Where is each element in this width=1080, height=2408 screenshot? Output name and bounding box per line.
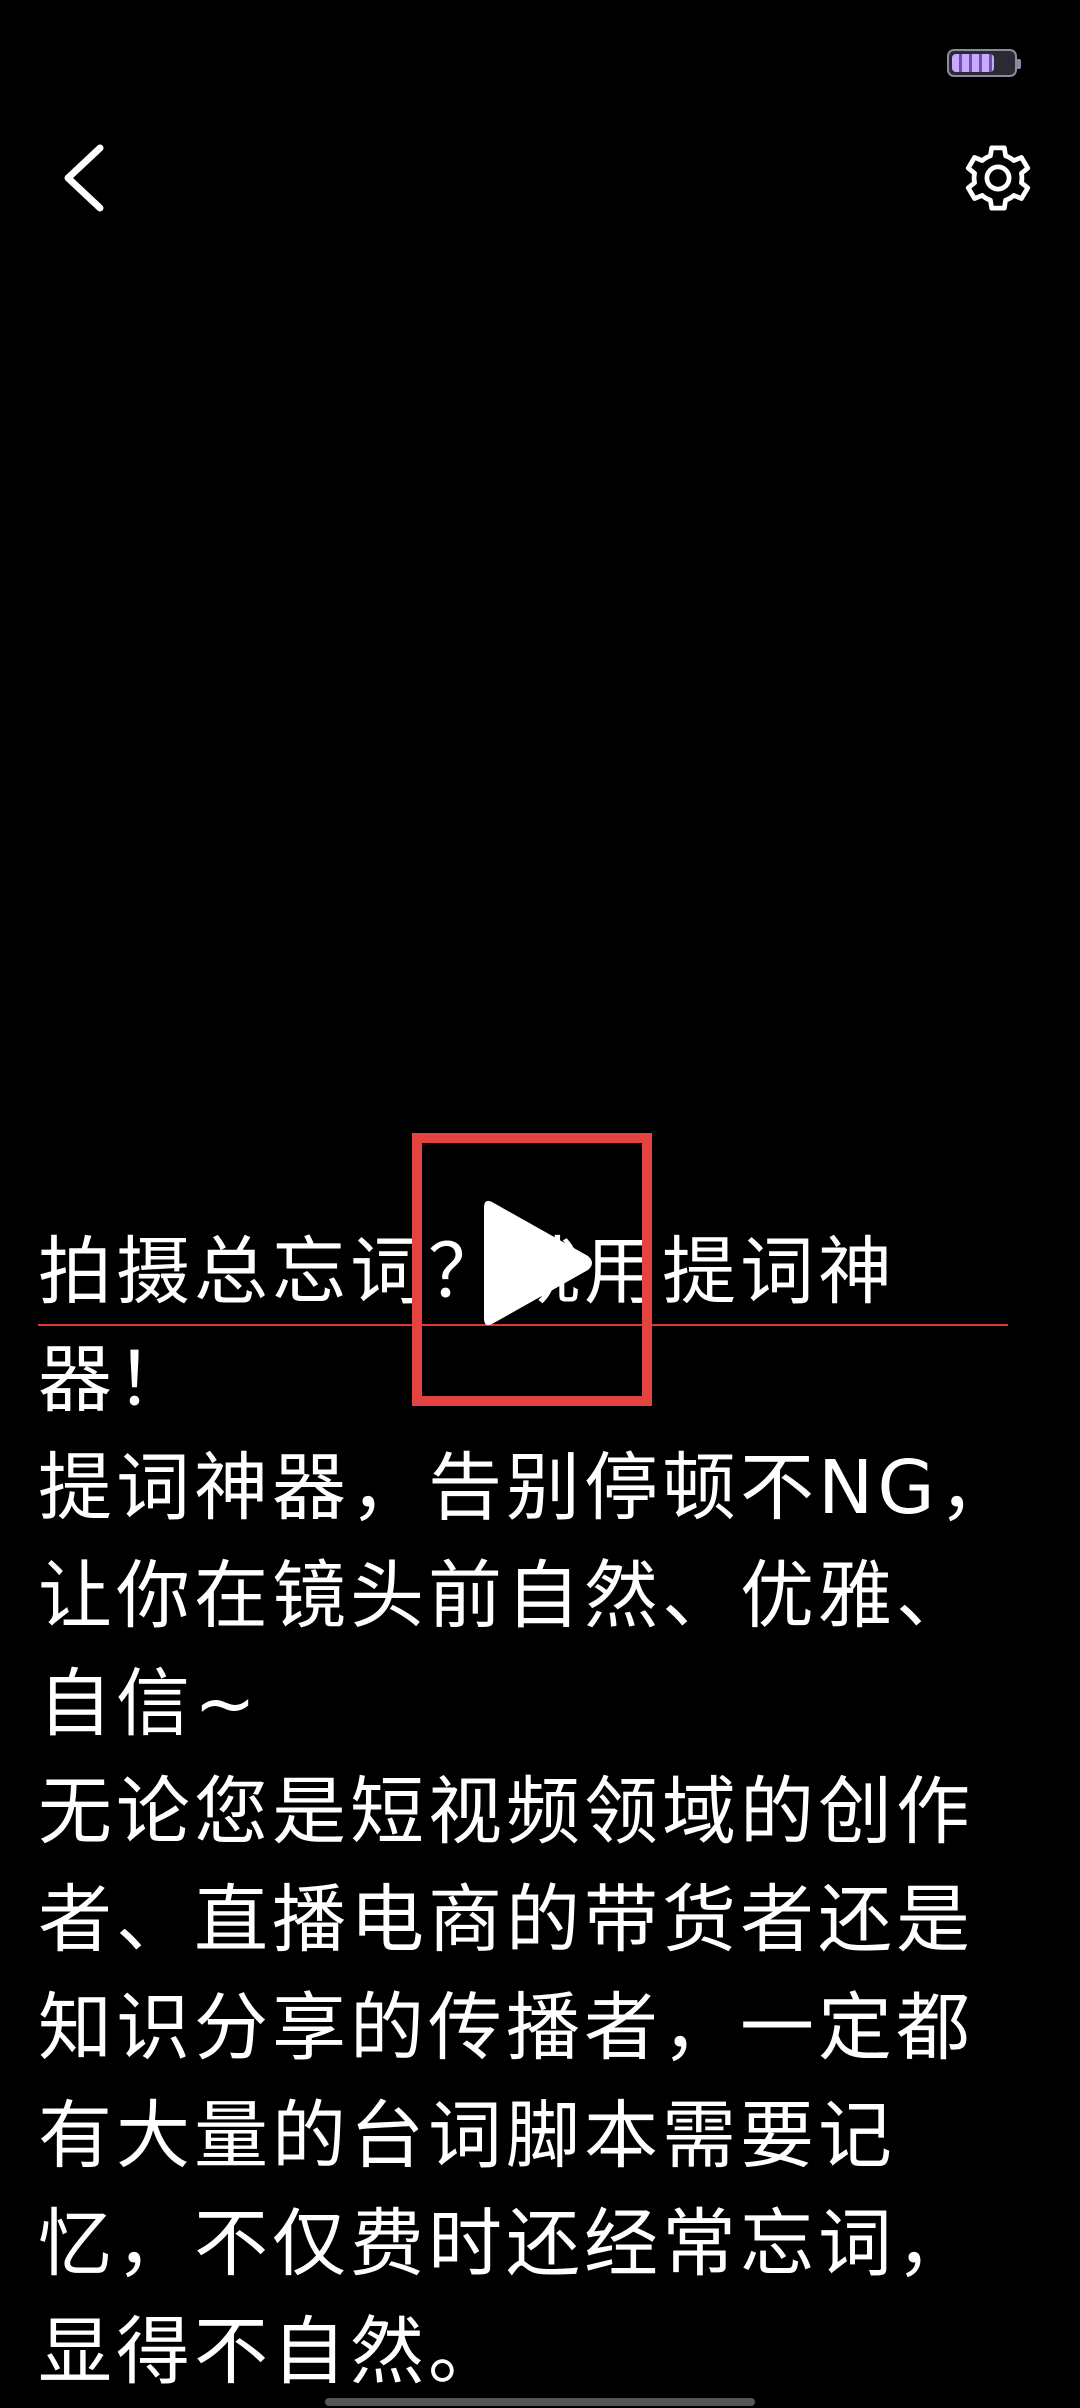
play-button[interactable]: [470, 1188, 600, 1338]
settings-button[interactable]: [960, 140, 1036, 216]
back-button[interactable]: [50, 138, 120, 218]
battery-level-fill: [952, 54, 994, 72]
chevron-left-icon: [64, 144, 104, 212]
home-indicator[interactable]: [325, 2398, 755, 2406]
teleprompter-script[interactable]: 拍摄总忘词？就用提词神器！ 提词神器，告别停顿不NG，让你在镜头前自然、优雅、自…: [38, 1218, 1018, 2406]
status-bar: [0, 0, 1080, 110]
script-paragraph: 无论您是短视频领域的创作者、直播电商的带货者还是知识分享的传播者，一定都有大量的…: [38, 1769, 974, 2395]
gear-icon: [965, 145, 1031, 211]
play-icon: [484, 1200, 592, 1326]
script-paragraph: 提词神器，告别停顿不NG，让你在镜头前自然、优雅、自信~: [38, 1445, 1017, 1747]
battery-icon: [947, 49, 1021, 77]
